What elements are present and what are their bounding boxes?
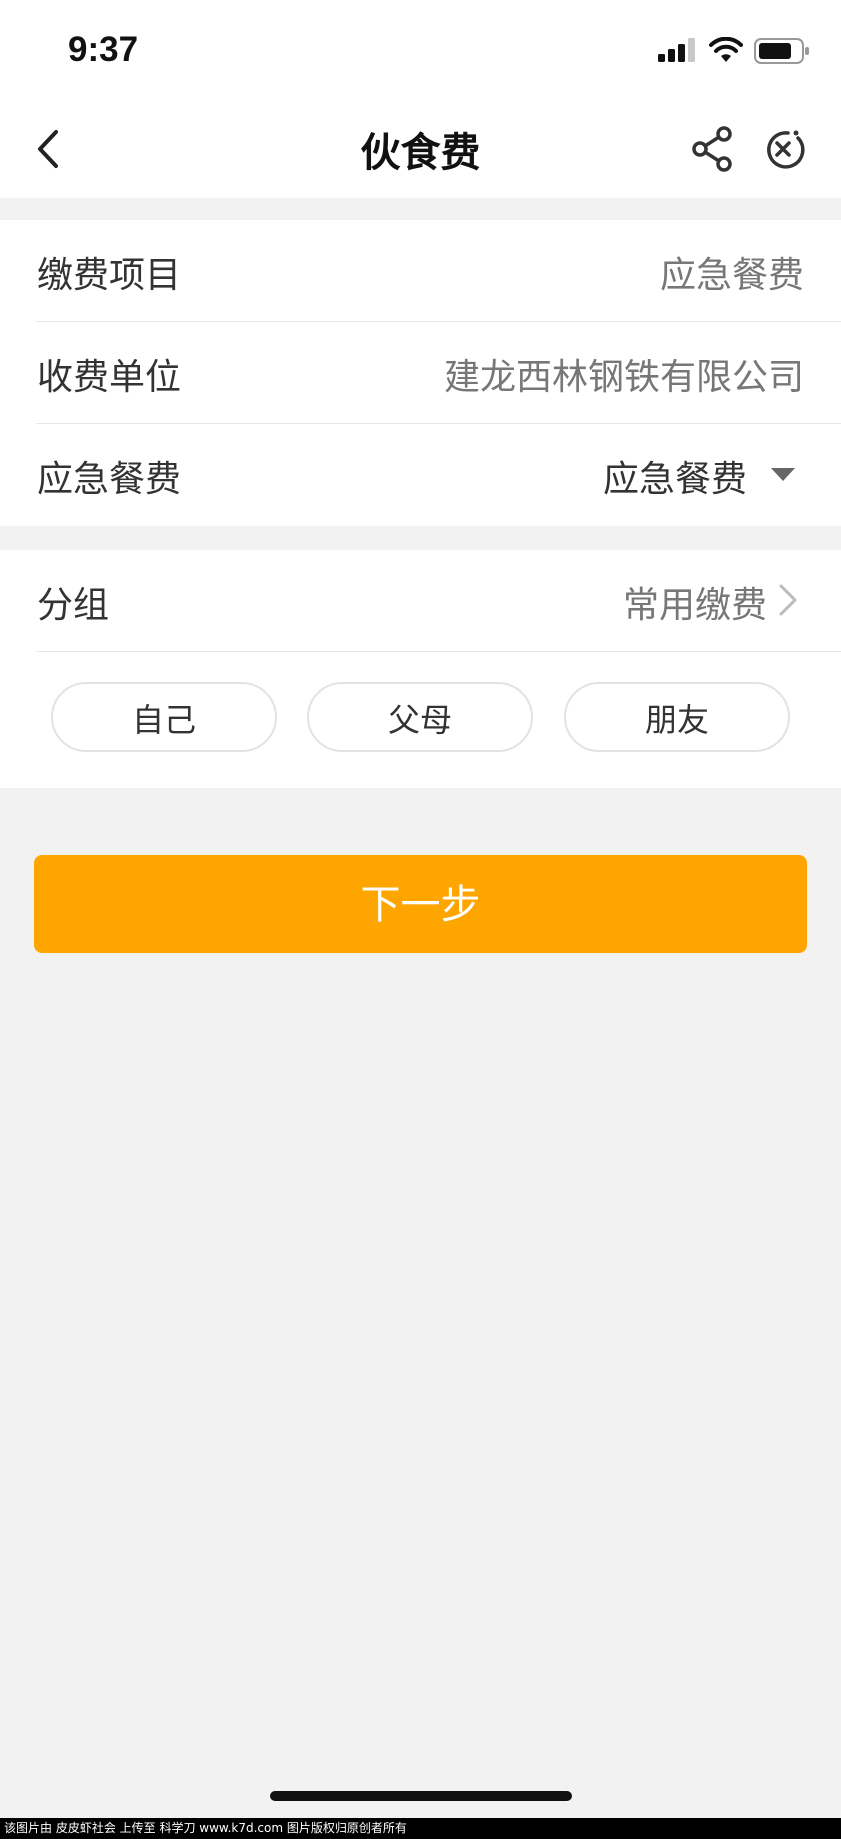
chip-friends[interactable]: 朋友	[564, 682, 790, 752]
chevron-right-icon[interactable]	[777, 582, 799, 618]
dropdown-arrow-icon[interactable]	[771, 468, 795, 482]
footer-watermark: 该图片由 皮皮虾社会 上传至 科学刀 www.k7d.com 图片版权归原创者所…	[0, 1818, 841, 1839]
share-icon[interactable]	[688, 124, 738, 174]
row-meal-select[interactable]: 应急餐费 应急餐费	[0, 424, 841, 526]
signal-icon	[658, 38, 695, 62]
chip-parents[interactable]: 父母	[307, 682, 533, 752]
row-label: 分组	[37, 585, 110, 626]
home-indicator[interactable]	[270, 1791, 572, 1801]
row-label: 收费单位	[37, 357, 182, 398]
chip-self[interactable]: 自己	[51, 682, 277, 752]
row-payee: 收费单位 建龙西林钢铁有限公司	[0, 322, 841, 424]
divider	[36, 651, 841, 652]
group-chips: 自己 父母 朋友	[0, 682, 841, 756]
row-label: 应急餐费	[37, 459, 182, 500]
group-value[interactable]: 常用缴费	[623, 576, 767, 628]
row-value: 应急餐费	[659, 255, 804, 296]
row-group[interactable]: 分组 常用缴费	[0, 550, 841, 652]
nav-bar: 伙食费	[0, 100, 841, 198]
group-card: 分组 常用缴费 自己 父母 朋友	[0, 550, 841, 788]
battery-icon	[754, 38, 809, 64]
payment-info-card: 缴费项目 应急餐费 收费单位 建龙西林钢铁有限公司 应急餐费 应急餐费	[0, 220, 841, 526]
wifi-icon	[709, 37, 743, 62]
status-time: 9:37	[68, 30, 139, 69]
row-payment-item: 缴费项目 应急餐费	[0, 220, 841, 322]
row-label: 缴费项目	[37, 255, 182, 296]
status-bar: 9:37	[0, 0, 841, 100]
close-icon[interactable]	[758, 124, 808, 174]
meal-select-value[interactable]: 应急餐费	[603, 450, 747, 502]
next-button[interactable]: 下一步	[34, 855, 807, 953]
row-value: 建龙西林钢铁有限公司	[443, 357, 804, 398]
page: 9:37 伙食费 缴费项目 应急餐费 收费单位 建龙西林钢铁有限公司 应急餐费 …	[0, 0, 841, 1839]
